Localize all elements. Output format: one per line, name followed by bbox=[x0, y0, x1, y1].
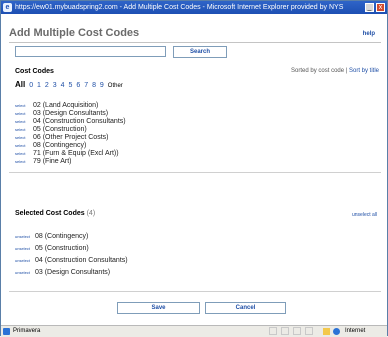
select-link[interactable]: select bbox=[15, 142, 33, 150]
selected-label: 03 (Design Consultants) bbox=[35, 269, 111, 276]
list-item: select 02 (Land Acquisition) bbox=[15, 102, 126, 110]
zone-label: Internet bbox=[345, 328, 366, 334]
selected-label: 05 (Construction) bbox=[35, 245, 89, 252]
cost-code-list: select 02 (Land Acquisition) select 03 (De… bbox=[15, 102, 126, 166]
cost-code-label: 08 (Contingency) bbox=[33, 142, 87, 149]
browser-window: e https://ew01.mybuadspring2.com - Add M… bbox=[0, 0, 388, 337]
filter-8[interactable]: 8 bbox=[92, 82, 96, 89]
filter-2[interactable]: 2 bbox=[45, 82, 49, 89]
select-link[interactable]: select bbox=[15, 150, 33, 158]
unselect-all-link[interactable]: unselect all bbox=[352, 212, 377, 218]
selected-heading-label: Selected Cost Codes bbox=[15, 210, 85, 217]
list-item: select 08 (Contingency) bbox=[15, 142, 126, 150]
cost-code-label: 03 (Design Consultants) bbox=[33, 110, 109, 117]
search-input[interactable] bbox=[15, 46, 166, 57]
select-link[interactable]: select bbox=[15, 118, 33, 126]
page-title: Add Multiple Cost Codes bbox=[9, 27, 140, 39]
status-text: Primavera bbox=[13, 328, 41, 334]
divider bbox=[9, 172, 381, 173]
list-item: unselect 04 (Construction Consultants) bbox=[15, 255, 128, 267]
cost-code-label: 05 (Construction) bbox=[33, 126, 87, 133]
alphabet-filter: All 0 1 2 3 4 5 6 7 8 9 Other bbox=[15, 80, 125, 89]
cost-code-label: 04 (Construction Consultants) bbox=[33, 118, 126, 125]
select-link[interactable]: select bbox=[15, 126, 33, 134]
selected-label: 08 (Contingency) bbox=[35, 233, 89, 240]
unselect-link[interactable]: unselect bbox=[15, 267, 35, 279]
selected-heading: Selected Cost Codes (4) bbox=[15, 210, 95, 217]
window-title: https://ew01.mybuadspring2.com - Add Mul… bbox=[15, 4, 345, 11]
list-item: select 79 (Fine Art) bbox=[15, 158, 126, 166]
filter-5[interactable]: 5 bbox=[68, 82, 72, 89]
title-bar: e https://ew01.mybuadspring2.com - Add M… bbox=[1, 1, 387, 14]
list-item: unselect 03 (Design Consultants) bbox=[15, 267, 128, 279]
status-panel bbox=[305, 327, 313, 335]
list-item: select 71 (Furn & Equip (Excl Art)) bbox=[15, 150, 126, 158]
selected-count: (4) bbox=[86, 210, 96, 217]
filter-other[interactable]: Other bbox=[108, 83, 123, 89]
cost-code-label: 06 (Other Project Costs) bbox=[33, 134, 109, 141]
page-icon bbox=[3, 328, 10, 335]
status-panel bbox=[281, 327, 289, 335]
minimize-button[interactable]: _ bbox=[365, 3, 374, 12]
search-button[interactable]: Search bbox=[173, 46, 227, 58]
list-item: select 05 (Construction) bbox=[15, 126, 126, 134]
filter-all[interactable]: All bbox=[15, 80, 25, 89]
filter-1[interactable]: 1 bbox=[37, 82, 41, 89]
list-item: select 03 (Design Consultants) bbox=[15, 110, 126, 118]
save-button[interactable]: Save bbox=[117, 302, 200, 314]
cost-code-label: 02 (Land Acquisition) bbox=[33, 102, 99, 109]
filter-3[interactable]: 3 bbox=[53, 82, 57, 89]
selected-list: unselect 08 (Contingency) unselect 05 (Con… bbox=[15, 231, 128, 279]
select-link[interactable]: select bbox=[15, 102, 33, 110]
footer-divider bbox=[9, 291, 381, 292]
filter-9[interactable]: 9 bbox=[100, 82, 104, 89]
close-button[interactable]: x bbox=[376, 3, 385, 12]
help-link[interactable]: help bbox=[363, 31, 375, 37]
browser-icon: e bbox=[3, 3, 12, 12]
cost-codes-heading: Cost Codes bbox=[15, 68, 54, 75]
list-item: unselect 08 (Contingency) bbox=[15, 231, 128, 243]
cost-code-label: 71 (Furn & Equip (Excl Art)) bbox=[33, 150, 119, 157]
sort-by-title-link[interactable]: Sort by title bbox=[349, 68, 379, 74]
sort-controls: Sorted by cost code | Sort by title bbox=[291, 68, 379, 74]
cost-code-label: 79 (Fine Art) bbox=[33, 158, 72, 165]
list-item: unselect 05 (Construction) bbox=[15, 243, 128, 255]
unselect-link[interactable]: unselect bbox=[15, 231, 35, 243]
cancel-button[interactable]: Cancel bbox=[205, 302, 286, 314]
filter-0[interactable]: 0 bbox=[29, 82, 33, 89]
select-link[interactable]: select bbox=[15, 110, 33, 118]
list-item: select 06 (Other Project Costs) bbox=[15, 134, 126, 142]
filter-4[interactable]: 4 bbox=[61, 82, 65, 89]
list-item: select 04 (Construction Consultants) bbox=[15, 118, 126, 126]
selected-label: 04 (Construction Consultants) bbox=[35, 257, 128, 264]
lock-icon bbox=[323, 328, 330, 335]
status-bar: Primavera Internet bbox=[1, 325, 387, 337]
status-panel bbox=[293, 327, 301, 335]
status-panel bbox=[269, 327, 277, 335]
filter-6[interactable]: 6 bbox=[76, 82, 80, 89]
filter-7[interactable]: 7 bbox=[84, 82, 88, 89]
sort-status: Sorted by cost code bbox=[291, 68, 345, 74]
unselect-link[interactable]: unselect bbox=[15, 243, 35, 255]
unselect-link[interactable]: unselect bbox=[15, 255, 35, 267]
title-divider bbox=[9, 42, 381, 43]
select-link[interactable]: select bbox=[15, 134, 33, 142]
select-link[interactable]: select bbox=[15, 158, 33, 166]
globe-icon bbox=[333, 328, 340, 335]
